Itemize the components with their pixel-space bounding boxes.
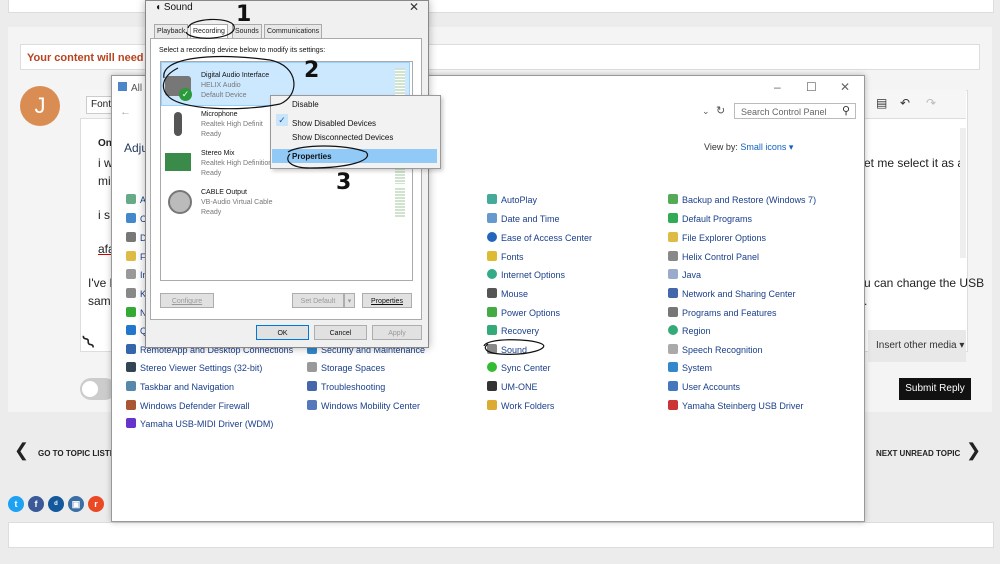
properties-button[interactable]: Properties <box>362 293 412 308</box>
cp-item[interactable]: Java <box>668 269 701 280</box>
cp-item[interactable]: User Accounts <box>668 381 740 392</box>
quote-author: On <box>98 138 112 149</box>
cp-item[interactable]: Date and Time <box>487 213 560 224</box>
device-desc: VB-Audio Virtual Cable <box>201 199 273 206</box>
cp-item[interactable]: Power Options <box>487 307 560 318</box>
quote-line-right: et me select it as a <box>864 156 965 170</box>
toggle-knob <box>82 381 98 397</box>
cp-item[interactable]: Q <box>126 325 147 336</box>
cp-item[interactable]: Recovery <box>487 325 539 336</box>
chevron-down-icon[interactable]: ⌄ <box>702 106 710 117</box>
ok-button[interactable]: OK <box>256 325 309 340</box>
reply-line-right: u can change the USB <box>864 276 985 290</box>
cp-item[interactable]: Speech Recognition <box>668 344 763 355</box>
annotation-3: 3 <box>336 170 352 195</box>
twitter-icon[interactable]: t <box>8 496 24 512</box>
cp-item[interactable]: File Explorer Options <box>668 232 766 243</box>
clipboard-icon[interactable]: ▤ <box>876 96 887 110</box>
cp-item[interactable]: Ease of Access Center <box>487 232 592 243</box>
cp-item[interactable]: Windows Defender Firewall <box>126 400 250 411</box>
facebook-icon[interactable]: f <box>28 496 44 512</box>
configure-button[interactable]: Configure <box>160 293 214 308</box>
minimize-icon[interactable]: – <box>774 80 781 94</box>
cp-item[interactable]: Programs and Features <box>668 307 777 318</box>
insert-media-button[interactable]: Insert other media ▾ <box>868 330 966 362</box>
annotation-1: 1 <box>236 2 252 27</box>
annotation-marks <box>162 18 369 169</box>
annotation-2: 2 <box>304 58 320 83</box>
cp-item[interactable]: UM-ONE <box>487 381 538 392</box>
cp-item[interactable]: Network and Sharing Center <box>668 288 796 299</box>
cp-item[interactable]: Storage Spaces <box>307 362 385 373</box>
quote-line: i s <box>98 208 110 222</box>
chevron-down-icon[interactable]: ▾ <box>344 293 355 308</box>
quote-border <box>960 128 966 258</box>
cp-item[interactable]: Yamaha USB-MIDI Driver (WDM) <box>126 418 273 429</box>
maximize-icon[interactable]: ☐ <box>806 80 817 94</box>
cp-item[interactable]: Helix Control Panel <box>668 251 759 262</box>
redo-icon[interactable]: ↷ <box>926 96 936 110</box>
cp-item[interactable]: System <box>668 362 712 373</box>
sound-circle-annotation <box>483 339 545 355</box>
cp-item[interactable]: Taskbar and Navigation <box>126 381 234 392</box>
cp-item[interactable]: Region <box>668 325 711 336</box>
cp-item[interactable]: Mouse <box>487 288 528 299</box>
digg-icon[interactable]: d <box>48 496 64 512</box>
cp-item[interactable]: Internet Options <box>487 269 565 280</box>
submit-reply-button[interactable]: Submit Reply <box>899 378 971 400</box>
cp-item[interactable]: Stereo Viewer Settings (32-bit) <box>126 362 262 373</box>
reddit-icon[interactable]: r <box>88 496 104 512</box>
cp-item[interactable]: AutoPlay <box>487 194 537 205</box>
apply-button[interactable]: Apply <box>372 325 422 340</box>
footer-box <box>8 522 994 548</box>
cp-item[interactable]: Default Programs <box>668 213 752 224</box>
close-icon[interactable]: ✕ <box>840 80 850 94</box>
undo-icon[interactable]: ↶ <box>900 96 910 110</box>
cp-item[interactable]: Work Folders <box>487 400 554 411</box>
view-by[interactable]: View by: Small icons ▾ <box>704 142 793 153</box>
cp-item[interactable]: Backup and Restore (Windows 7) <box>668 194 816 205</box>
chevron-left-icon[interactable]: ❮ <box>14 440 29 461</box>
search-icon[interactable]: ⚲ <box>842 104 850 117</box>
cp-item[interactable]: N <box>126 307 147 318</box>
next-topic-link[interactable]: NEXT UNREAD TOPIC <box>876 449 960 458</box>
set-default-button[interactable]: Set Default <box>292 293 344 308</box>
cp-item[interactable]: Troubleshooting <box>307 381 385 392</box>
chevron-right-icon[interactable]: ❯ <box>966 440 981 461</box>
cancel-button[interactable]: Cancel <box>314 325 367 340</box>
search-input[interactable]: Search Control Panel <box>734 103 856 119</box>
cp-item[interactable]: Fonts <box>487 251 524 262</box>
view-by-dropdown[interactable]: Small icons ▾ <box>740 142 793 152</box>
device-status: Ready <box>201 209 222 216</box>
cp-item[interactable]: Sync Center <box>487 362 551 373</box>
refresh-icon[interactable]: ↻ <box>716 104 725 117</box>
quote-line: mi <box>98 174 111 188</box>
avatar: J <box>20 86 60 126</box>
cp-item[interactable]: Windows Mobility Center <box>307 400 420 411</box>
close-icon[interactable]: ✕ <box>409 0 419 14</box>
prev-topic-link[interactable]: GO TO TOPIC LISTI <box>38 449 112 458</box>
delicious-icon[interactable]: ▣ <box>68 496 84 512</box>
cp-item[interactable]: Yamaha Steinberg USB Driver <box>668 400 803 411</box>
back-arrow-icon[interactable]: ← <box>120 106 131 118</box>
